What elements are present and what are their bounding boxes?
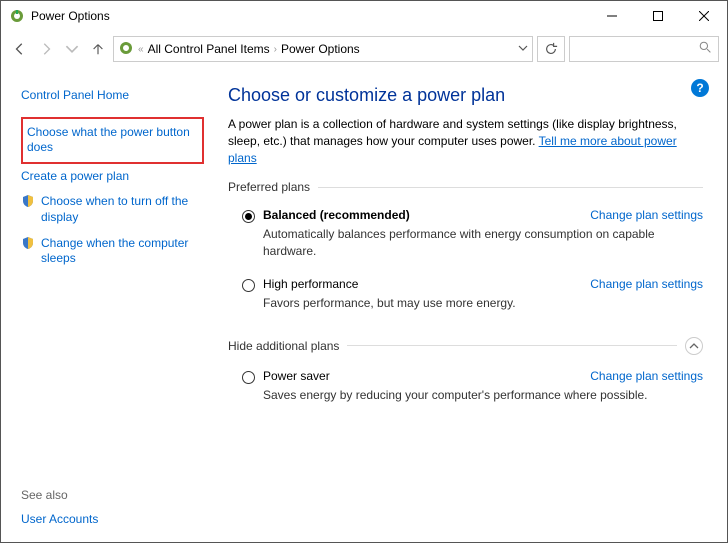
search-box[interactable] [569, 36, 719, 62]
divider [347, 345, 677, 346]
legend-label: Hide additional plans [228, 339, 339, 353]
radio-power-saver[interactable] [242, 371, 255, 384]
window-title: Power Options [31, 9, 110, 23]
plan-desc: Saves energy by reducing your computer's… [263, 387, 703, 403]
see-also-user-accounts[interactable]: User Accounts [21, 510, 204, 530]
sidebar-link-label: Change when the computer sleeps [41, 236, 204, 267]
help-button[interactable]: ? [691, 79, 709, 97]
window: Power Options « All Control Panel Items … [0, 0, 728, 543]
change-plan-settings-link[interactable]: Change plan settings [590, 208, 703, 222]
maximize-button[interactable] [635, 1, 681, 31]
control-panel-home-link[interactable]: Control Panel Home [21, 83, 204, 109]
sidebar-link-label: Choose when to turn off the display [41, 194, 204, 225]
address-bar[interactable]: « All Control Panel Items › Power Option… [113, 36, 533, 62]
titlebar: Power Options [1, 1, 727, 31]
see-also-label: See also [21, 488, 204, 502]
legend-label: Preferred plans [228, 180, 310, 194]
up-button[interactable] [87, 38, 109, 60]
power-options-icon [9, 8, 25, 24]
address-dropdown-icon[interactable] [518, 42, 528, 56]
radio-balanced[interactable] [242, 210, 255, 223]
hide-additional-legend: Hide additional plans [228, 337, 703, 355]
window-buttons [589, 1, 727, 31]
content: ? Choose or customize a power plan A pow… [216, 67, 727, 542]
hide-additional-section: Hide additional plans Power saver Change… [228, 337, 703, 417]
plan-name: Power saver [263, 369, 330, 383]
chevron-left-icon: « [138, 44, 144, 55]
preferred-plans-legend: Preferred plans [228, 180, 703, 194]
page-description: A power plan is a collection of hardware… [228, 116, 703, 166]
plan-name: Balanced (recommended) [263, 208, 410, 222]
breadcrumb-current[interactable]: Power Options [281, 42, 360, 56]
plan-balanced: Balanced (recommended) Change plan setti… [228, 204, 703, 272]
plan-name: High performance [263, 277, 358, 291]
sidebar-link-turn-off-display[interactable]: Choose when to turn off the display [21, 189, 204, 230]
back-button[interactable] [9, 38, 31, 60]
address-icon [118, 40, 134, 59]
sidebar-link-create-plan[interactable]: Create a power plan [21, 164, 204, 190]
sidebar-link-computer-sleeps[interactable]: Change when the computer sleeps [21, 231, 204, 272]
collapse-button[interactable] [685, 337, 703, 355]
minimize-button[interactable] [589, 1, 635, 31]
change-plan-settings-link[interactable]: Change plan settings [590, 369, 703, 383]
shield-icon [21, 194, 35, 208]
preferred-plans-section: Preferred plans Balanced (recommended) C… [228, 180, 703, 325]
breadcrumb-cp[interactable]: All Control Panel Items [148, 42, 270, 56]
navbar: « All Control Panel Items › Power Option… [1, 31, 727, 67]
refresh-button[interactable] [537, 36, 565, 62]
plan-desc: Favors performance, but may use more ene… [263, 295, 703, 311]
sidebar-link-power-button[interactable]: Choose what the power button does [21, 117, 204, 164]
plan-high-performance: High performance Change plan settings Fa… [228, 273, 703, 325]
divider [318, 187, 703, 188]
body: Control Panel Home Choose what the power… [1, 67, 727, 542]
page-heading: Choose or customize a power plan [228, 85, 703, 106]
change-plan-settings-link[interactable]: Change plan settings [590, 277, 703, 291]
shield-icon [21, 236, 35, 250]
plan-power-saver: Power saver Change plan settings Saves e… [228, 365, 703, 417]
recent-dropdown[interactable] [61, 38, 83, 60]
plan-desc: Automatically balances performance with … [263, 226, 703, 258]
search-icon [699, 41, 712, 57]
sidebar: Control Panel Home Choose what the power… [1, 67, 216, 542]
forward-button[interactable] [35, 38, 57, 60]
chevron-right-icon: › [274, 44, 277, 55]
close-button[interactable] [681, 1, 727, 31]
radio-high-performance[interactable] [242, 279, 255, 292]
